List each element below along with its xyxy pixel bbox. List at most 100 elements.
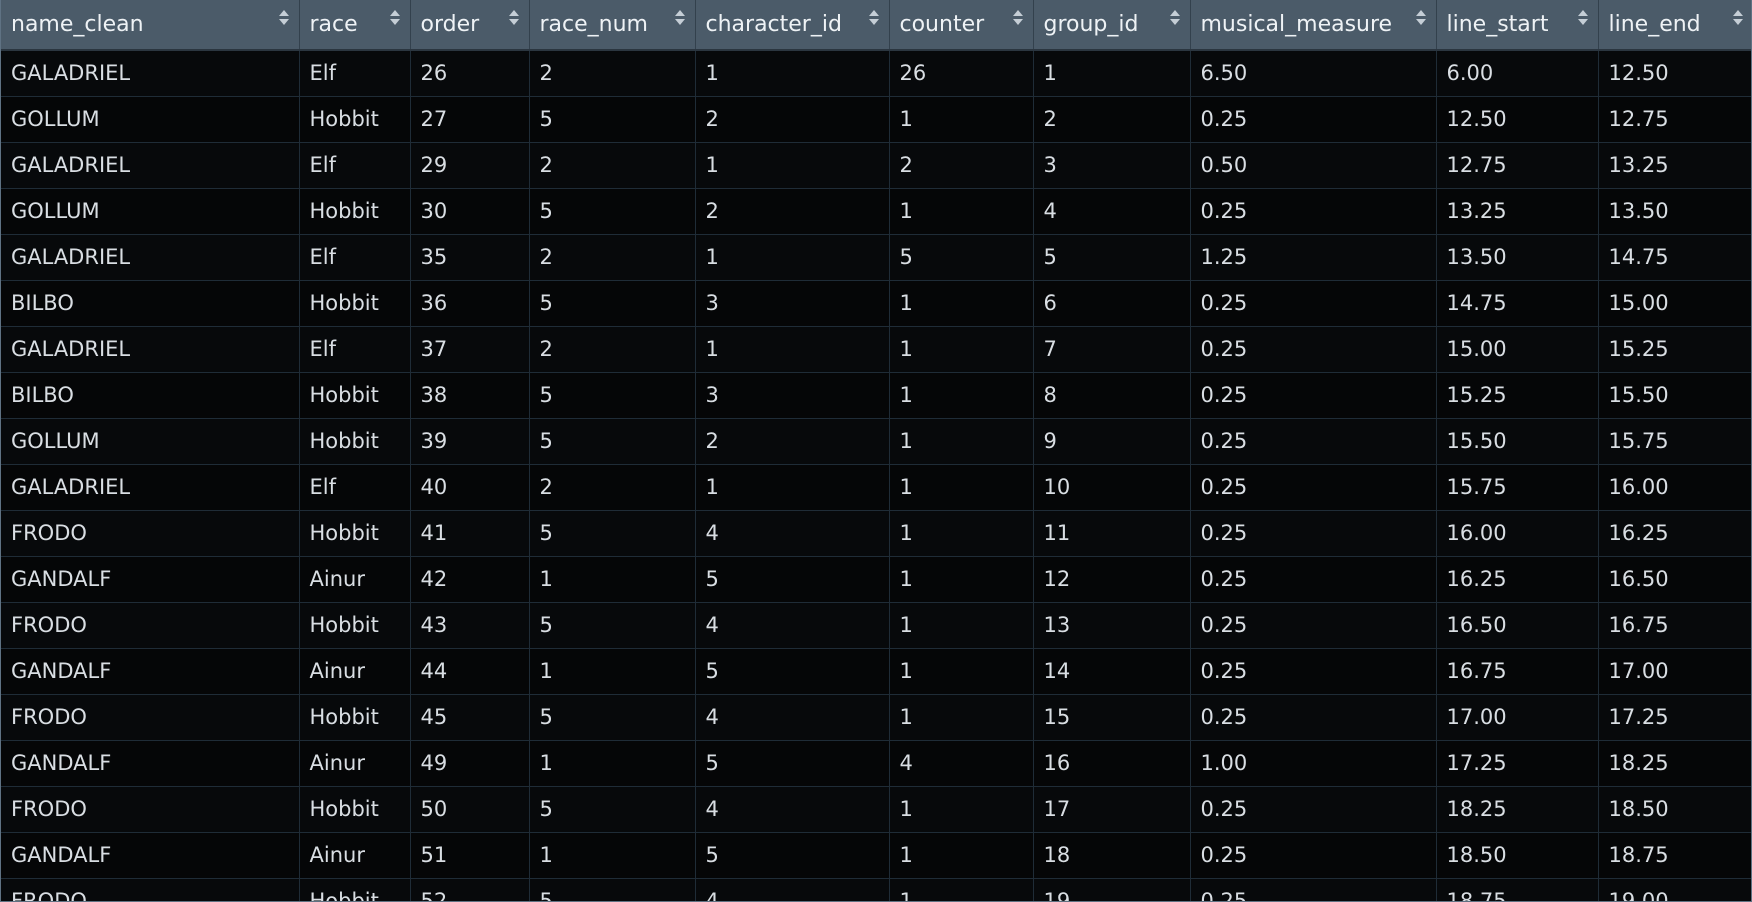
- cell-line-end: 18.50: [1598, 786, 1751, 833]
- cell-race-num: 5: [529, 96, 696, 143]
- cell-name-clean: FRODO: [1, 602, 300, 649]
- cell-line-start: 18.25: [1436, 786, 1599, 833]
- cell-character-id: 5: [695, 556, 890, 603]
- cell-line-start: 16.00: [1436, 510, 1599, 557]
- cell-line-start: 15.50: [1436, 418, 1599, 465]
- cell-counter: 1: [889, 832, 1034, 879]
- column-header-label: order: [420, 12, 480, 37]
- cell-order: 43: [410, 602, 530, 649]
- cell-race: Hobbit: [299, 878, 411, 901]
- column-header-line-end[interactable]: line_end: [1598, 0, 1751, 51]
- sort-icon[interactable]: [278, 10, 289, 28]
- cell-race-num: 1: [529, 648, 696, 695]
- cell-line-end: 19.00: [1598, 878, 1751, 901]
- cell-order: 39: [410, 418, 530, 465]
- cell-counter: 26: [889, 50, 1034, 97]
- column-header-label: line_start: [1446, 12, 1549, 37]
- column-header-label: group_id: [1043, 12, 1139, 37]
- cell-line-end: 13.25: [1598, 142, 1751, 189]
- sort-icon[interactable]: [389, 10, 400, 28]
- sort-icon[interactable]: [674, 10, 685, 28]
- cell-race: Ainur: [299, 740, 411, 787]
- cell-counter: 5: [889, 234, 1034, 281]
- cell-character-id: 1: [695, 142, 890, 189]
- sort-icon[interactable]: [1012, 10, 1023, 28]
- cell-race: Elf: [299, 50, 411, 97]
- table-row: BILBO Hobbit 36 5 3 1 6 0.25 14.75 15.00: [1, 280, 1751, 327]
- cell-character-id: 2: [695, 418, 890, 465]
- cell-race-num: 2: [529, 326, 696, 373]
- cell-line-start: 15.25: [1436, 372, 1599, 419]
- cell-musical-measure: 1.00: [1190, 740, 1437, 787]
- cell-musical-measure: 0.25: [1190, 786, 1437, 833]
- cell-order: 45: [410, 694, 530, 741]
- cell-order: 29: [410, 142, 530, 189]
- column-header-name-clean[interactable]: name_clean: [1, 0, 300, 51]
- cell-counter: 1: [889, 372, 1034, 419]
- table-row: FRODO Hobbit 45 5 4 1 15 0.25 17.00 17.25: [1, 694, 1751, 741]
- cell-race-num: 5: [529, 694, 696, 741]
- column-header-race-num[interactable]: race_num: [529, 0, 696, 51]
- cell-name-clean: GANDALF: [1, 556, 300, 603]
- cell-order: 50: [410, 786, 530, 833]
- cell-name-clean: GALADRIEL: [1, 464, 300, 511]
- sort-icon[interactable]: [1577, 10, 1588, 28]
- cell-character-id: 5: [695, 740, 890, 787]
- cell-character-id: 4: [695, 510, 890, 557]
- column-header-character-id[interactable]: character_id: [695, 0, 890, 51]
- column-header-label: name_clean: [11, 12, 144, 37]
- cell-race: Hobbit: [299, 188, 411, 235]
- column-header-counter[interactable]: counter: [889, 0, 1034, 51]
- cell-name-clean: GANDALF: [1, 740, 300, 787]
- column-header-label: race: [309, 12, 358, 37]
- table-row: FRODO Hobbit 41 5 4 1 11 0.25 16.00 16.25: [1, 510, 1751, 557]
- cell-group-id: 4: [1033, 188, 1191, 235]
- cell-group-id: 13: [1033, 602, 1191, 649]
- column-header-musical-measure[interactable]: musical_measure: [1190, 0, 1437, 51]
- cell-name-clean: GALADRIEL: [1, 142, 300, 189]
- cell-musical-measure: 0.25: [1190, 188, 1437, 235]
- cell-race-num: 5: [529, 786, 696, 833]
- cell-line-end: 15.25: [1598, 326, 1751, 373]
- cell-character-id: 1: [695, 326, 890, 373]
- table-row: GALADRIEL Elf 26 2 1 26 1 6.50 6.00 12.50: [1, 50, 1751, 97]
- column-header-line-start[interactable]: line_start: [1436, 0, 1599, 51]
- sort-icon[interactable]: [1415, 10, 1426, 28]
- column-header-order[interactable]: order: [410, 0, 530, 51]
- cell-character-id: 4: [695, 694, 890, 741]
- sort-icon[interactable]: [868, 10, 879, 28]
- table-row: GALADRIEL Elf 29 2 1 2 3 0.50 12.75 13.25: [1, 142, 1751, 189]
- cell-character-id: 5: [695, 832, 890, 879]
- cell-counter: 1: [889, 280, 1034, 327]
- cell-group-id: 9: [1033, 418, 1191, 465]
- cell-order: 36: [410, 280, 530, 327]
- cell-line-start: 15.75: [1436, 464, 1599, 511]
- column-header-group-id[interactable]: group_id: [1033, 0, 1191, 51]
- cell-order: 51: [410, 832, 530, 879]
- cell-group-id: 18: [1033, 832, 1191, 879]
- sort-icon[interactable]: [1732, 10, 1743, 28]
- cell-race: Ainur: [299, 832, 411, 879]
- cell-race-num: 5: [529, 418, 696, 465]
- table-row: BILBO Hobbit 38 5 3 1 8 0.25 15.25 15.50: [1, 372, 1751, 419]
- cell-line-start: 18.75: [1436, 878, 1599, 901]
- sort-icon[interactable]: [508, 10, 519, 28]
- cell-race-num: 5: [529, 510, 696, 557]
- cell-musical-measure: 0.25: [1190, 832, 1437, 879]
- cell-line-start: 16.25: [1436, 556, 1599, 603]
- cell-line-end: 17.00: [1598, 648, 1751, 695]
- table-body: GALADRIEL Elf 26 2 1 26 1 6.50 6.00 12.50 GOLLUM Ho…: [1, 50, 1751, 901]
- cell-race: Hobbit: [299, 694, 411, 741]
- cell-musical-measure: 6.50: [1190, 50, 1437, 97]
- cell-musical-measure: 0.25: [1190, 694, 1437, 741]
- cell-race: Elf: [299, 234, 411, 281]
- cell-musical-measure: 0.25: [1190, 326, 1437, 373]
- cell-counter: 1: [889, 648, 1034, 695]
- cell-counter: 1: [889, 556, 1034, 603]
- cell-line-end: 15.50: [1598, 372, 1751, 419]
- column-header-race[interactable]: race: [299, 0, 411, 51]
- table-row: GANDALF Ainur 44 1 5 1 14 0.25 16.75 17.00: [1, 648, 1751, 695]
- cell-order: 38: [410, 372, 530, 419]
- sort-icon[interactable]: [1169, 10, 1180, 28]
- table-row: FRODO Hobbit 52 5 4 1 19 0.25 18.75 19.00: [1, 878, 1751, 901]
